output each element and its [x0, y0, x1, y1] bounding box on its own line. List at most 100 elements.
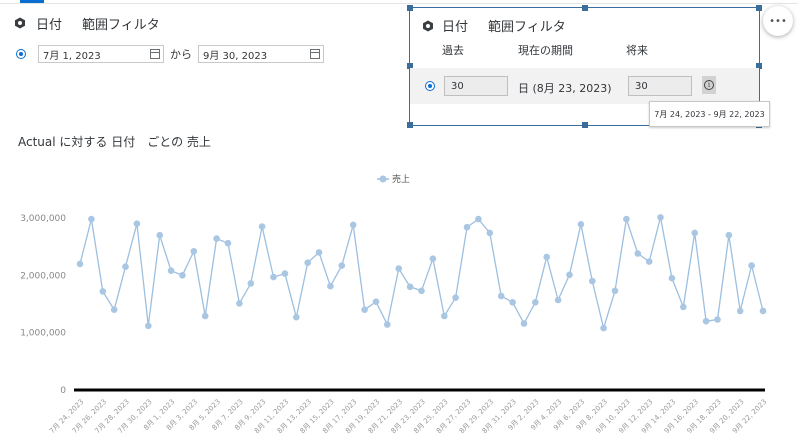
- data-point: [566, 271, 573, 279]
- data-point: [122, 263, 129, 270]
- period-column-headers: 過去 現在の期間 将来: [440, 42, 740, 57]
- data-point: [418, 287, 425, 295]
- data-point: [395, 265, 403, 272]
- data-point: [110, 306, 118, 313]
- data-point: [179, 272, 186, 279]
- data-point: [543, 253, 550, 261]
- data-point: [486, 229, 494, 237]
- data-point: [452, 294, 459, 301]
- popover-filter-type: 範囲フィルタ: [488, 20, 566, 35]
- data-point: [361, 306, 368, 313]
- col-current: 現在の期間: [518, 44, 573, 57]
- col-past: 過去: [442, 44, 464, 57]
- data-point: [315, 249, 323, 256]
- y-tick-label: 3,000,000: [20, 214, 66, 224]
- sales-line-chart: 売上 0 1,000,000 2,000,000 3,000,000 7月 24, 202…: [0, 160, 798, 440]
- data-point: [668, 274, 676, 282]
- top-tab-bar: [0, 0, 798, 5]
- data-point: [258, 223, 266, 230]
- data-point: [372, 298, 380, 305]
- more-actions-button[interactable]: •••: [763, 6, 793, 36]
- y-tick-label: 2,000,000: [20, 271, 66, 281]
- future-periods-input[interactable]: 30: [628, 76, 692, 96]
- calendar-icon[interactable]: [150, 49, 160, 59]
- data-point: [600, 324, 607, 332]
- data-point: [611, 287, 619, 295]
- data-point: [691, 229, 698, 237]
- chart-title: Actual に対する 日付 ごとの 売上: [18, 135, 211, 149]
- y-tick-label: 1,000,000: [20, 329, 66, 339]
- tooltip-text: 7月 24, 2023 - 9月 22, 2023: [654, 109, 765, 119]
- resize-handle[interactable]: [407, 5, 413, 11]
- past-periods-value: 30: [451, 80, 464, 92]
- data-point: [577, 221, 585, 228]
- filter-field-name: 日付: [36, 17, 63, 33]
- data-point: [748, 262, 755, 269]
- info-button[interactable]: i: [702, 76, 716, 94]
- date-range-tooltip: 7月 24, 2023 - 9月 22, 2023: [649, 101, 770, 127]
- data-point: [76, 260, 84, 268]
- data-point: [213, 235, 220, 242]
- data-point: [156, 231, 163, 239]
- resize-handle[interactable]: [582, 122, 588, 128]
- data-point: [520, 320, 528, 327]
- future-periods-value: 30: [635, 80, 648, 92]
- date-range-row: 7月 1, 2023 から 9月 30, 2023: [16, 45, 324, 63]
- from-date-value: 7月 1, 2023: [43, 50, 101, 62]
- data-point: [327, 282, 334, 290]
- data-point: [702, 317, 710, 325]
- data-point: [406, 283, 414, 291]
- data-point: [429, 255, 437, 262]
- data-point: [680, 303, 687, 311]
- data-point: [475, 215, 482, 223]
- to-date-value: 9月 30, 2023: [203, 50, 268, 62]
- legend-label: 売上: [392, 173, 410, 185]
- y-tick-label: 0: [60, 386, 66, 396]
- data-point: [236, 300, 243, 307]
- data-point: [88, 215, 95, 223]
- filter-type-label: 範囲フィルタ: [82, 17, 160, 33]
- data-point: [384, 321, 391, 328]
- data-point: [532, 299, 539, 306]
- dimension-icon: [422, 20, 434, 32]
- from-date-input[interactable]: 7月 1, 2023: [38, 45, 164, 63]
- data-point: [281, 270, 289, 277]
- col-future: 将来: [626, 44, 648, 57]
- to-date-input[interactable]: 9月 30, 2023: [198, 45, 324, 63]
- data-point: [338, 262, 346, 269]
- date-range-radio[interactable]: [16, 49, 26, 59]
- data-point: [247, 280, 255, 287]
- data-point: [645, 258, 653, 265]
- resize-handle[interactable]: [582, 5, 588, 11]
- date-range-filter: 日付 範囲フィルタ: [14, 14, 404, 33]
- popover-title: 日付 範囲フィルタ: [422, 16, 566, 35]
- data-point: [759, 307, 767, 315]
- legend-marker: [379, 175, 387, 183]
- data-point: [224, 239, 232, 247]
- filter-title: 日付 範囲フィルタ: [14, 14, 404, 33]
- data-point: [634, 250, 642, 257]
- dimension-icon: [14, 17, 26, 29]
- data-point: [304, 259, 312, 266]
- data-point: [201, 312, 209, 320]
- past-periods-input[interactable]: 30: [444, 76, 508, 96]
- data-point: [190, 248, 198, 255]
- resize-handle[interactable]: [407, 122, 413, 128]
- data-point: [167, 267, 175, 274]
- data-point: [349, 221, 357, 229]
- popover-field-name: 日付: [442, 20, 469, 35]
- info-icon: i: [704, 80, 714, 90]
- data-point: [145, 322, 152, 330]
- data-point: [497, 292, 505, 300]
- data-point: [441, 312, 448, 320]
- calendar-icon[interactable]: [310, 49, 320, 59]
- data-point: [657, 214, 664, 221]
- data-point: [463, 223, 471, 231]
- data-point: [293, 313, 300, 321]
- data-point: [133, 220, 141, 227]
- current-period-label: 日 (8月 23, 2023): [518, 82, 612, 95]
- relative-period-radio[interactable]: [425, 81, 435, 91]
- data-point: [554, 296, 562, 304]
- resize-handle[interactable]: [756, 5, 762, 11]
- data-point: [509, 299, 516, 306]
